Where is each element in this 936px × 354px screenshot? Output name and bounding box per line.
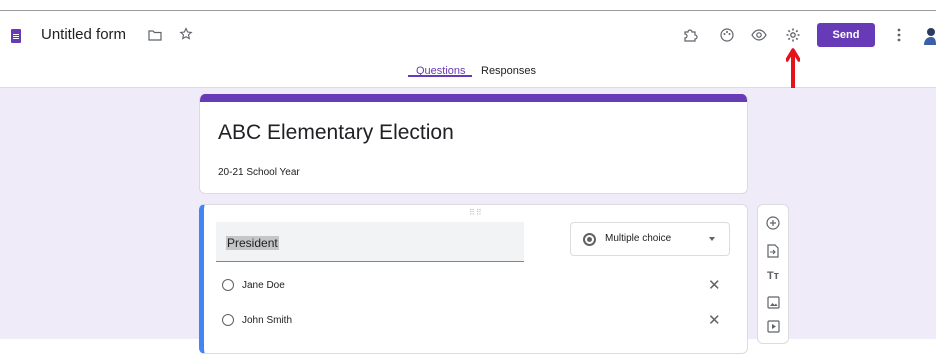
settings-icon[interactable] [784,26,802,44]
form-header-card[interactable]: ABC Elementary Election 20-21 School Yea… [199,94,748,194]
active-tab-indicator [408,75,472,77]
title-text-icon[interactable]: Tт [765,268,781,284]
question-card[interactable]: ⠿⠿ President Multiple choice Jane Doe ✕ … [199,204,748,354]
option-row[interactable]: John Smith ✕ [216,312,746,332]
video-icon[interactable] [765,318,781,334]
question-type-dropdown[interactable]: Multiple choice [570,222,730,256]
send-button[interactable]: Send [817,23,875,47]
radio-circle-icon [222,279,234,291]
option-label[interactable]: John Smith [242,315,292,326]
form-editor-canvas: ABC Elementary Election 20-21 School Yea… [0,88,936,354]
radio-circle-icon [222,314,234,326]
folder-icon[interactable] [146,26,164,44]
addon-icon[interactable] [681,26,699,44]
question-toolbar: Tт [757,204,789,344]
forms-logo-icon[interactable] [11,29,21,43]
top-border [0,0,936,11]
close-icon[interactable]: ✕ [708,311,721,329]
option-row[interactable]: Jane Doe ✕ [216,277,746,297]
question-title[interactable]: President [226,236,279,250]
add-question-icon[interactable] [765,215,781,231]
close-icon[interactable]: ✕ [708,276,721,294]
palette-icon[interactable] [718,26,736,44]
option-label[interactable]: Jane Doe [242,280,285,291]
form-description[interactable]: 20-21 School Year [218,167,300,178]
avatar[interactable] [922,27,936,45]
image-icon[interactable] [765,294,781,310]
radio-button-checked-icon [583,233,596,246]
import-icon[interactable] [765,243,781,259]
form-title[interactable]: ABC Elementary Election [218,121,454,145]
preview-icon[interactable] [750,26,768,44]
drag-handle-icon[interactable]: ⠿⠿ [469,208,483,217]
star-icon[interactable] [177,25,195,43]
question-type-label: Multiple choice [605,233,672,244]
card-accent-bar [200,94,747,102]
form-title-header[interactable]: Untitled form [41,26,126,43]
more-icon[interactable] [890,26,908,44]
dropdown-arrow-icon [709,237,715,241]
question-title-field[interactable]: President [216,222,524,262]
tab-responses[interactable]: Responses [481,65,536,77]
